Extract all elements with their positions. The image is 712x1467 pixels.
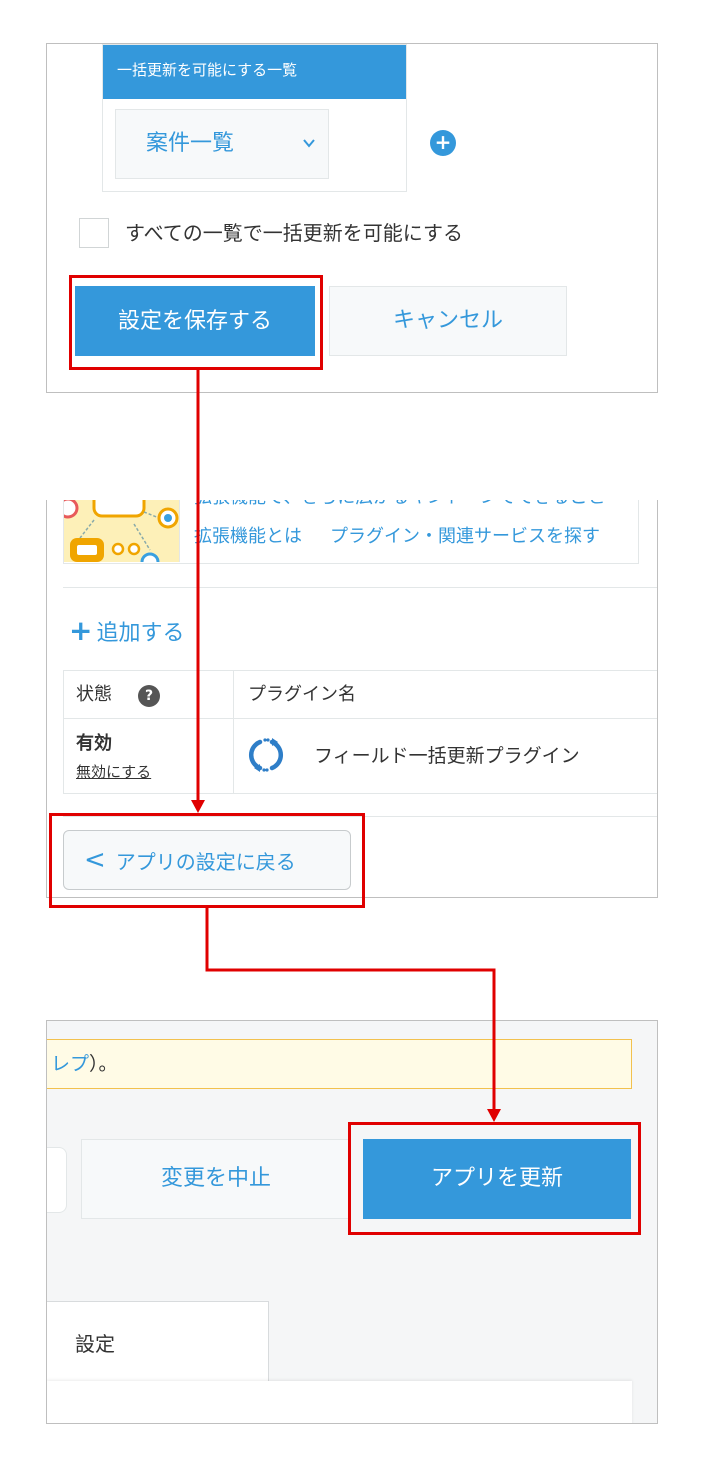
view-select[interactable]: 案件一覧 — [115, 109, 329, 179]
discard-changes-button[interactable]: 変更を中止 — [81, 1139, 351, 1219]
view-select-value: 案件一覧 — [146, 131, 235, 156]
add-plugin-label: 追加する — [96, 621, 185, 646]
highlight-update-button — [348, 1122, 641, 1235]
previous-button-edge[interactable] — [47, 1147, 67, 1213]
what-are-extensions-link[interactable]: 拡張機能とは — [194, 524, 302, 550]
divider — [63, 587, 657, 588]
extensions-banner: 拡張機能で、さらに広がるキントーンでできること 拡張機能とは プラグイン・関連サ… — [63, 500, 639, 564]
column-header-state-label: 状態 — [76, 684, 112, 705]
tab-settings-label: 設定 — [75, 1332, 115, 1356]
plugin-table: 状態 ? プラグイン名 有効 無効にする フィールド一括更新プラグイン — [63, 670, 657, 794]
help-link[interactable]: レプ — [51, 1053, 89, 1075]
add-plugin-button[interactable]: + 追加する — [69, 614, 184, 648]
chevron-down-icon — [303, 139, 315, 148]
bulk-update-view-list: 一括更新を可能にする一覧 案件一覧 — [102, 44, 407, 192]
network-illustration-icon — [64, 500, 179, 562]
column-header-plugin-name: プラグイン名 — [234, 671, 657, 719]
highlight-save-button — [69, 275, 323, 370]
plus-icon: + — [69, 614, 93, 647]
plugin-name: フィールド一括更新プラグイン — [314, 745, 580, 767]
tab-content-area — [47, 1381, 632, 1423]
disable-plugin-link[interactable]: 無効にする — [76, 761, 151, 782]
column-header-state: 状態 ? — [64, 671, 234, 719]
find-plugins-link[interactable]: プラグイン・関連サービスを探す — [330, 524, 600, 550]
table-row-plugin-cell: フィールド一括更新プラグイン — [234, 719, 657, 794]
table-row-state-cell: 有効 無効にする — [64, 719, 234, 794]
notice-text: レプ）。 — [51, 1040, 118, 1088]
refresh-plugin-icon — [249, 738, 283, 772]
all-views-checkbox[interactable] — [79, 218, 109, 248]
cancel-button[interactable]: キャンセル — [329, 286, 567, 356]
status-enabled: 有効 — [76, 733, 112, 754]
all-views-checkbox-label: すべての一覧で一括更新を可能にする — [125, 221, 463, 245]
notice-text-tail: ）。 — [89, 1053, 118, 1075]
add-view-button[interactable]: + — [430, 130, 456, 156]
extensions-illustration — [64, 500, 180, 562]
banner-title: 拡張機能で、さらに広がるキントーンでできること — [194, 500, 605, 510]
help-icon[interactable]: ? — [138, 685, 160, 707]
plus-circle-icon: + — [434, 130, 452, 154]
list-header: 一括更新を可能にする一覧 — [103, 45, 406, 99]
notice-banner: レプ）。 — [47, 1039, 632, 1089]
highlight-back-button — [49, 813, 365, 908]
column-header-plugin-name-label: プラグイン名 — [248, 684, 356, 705]
